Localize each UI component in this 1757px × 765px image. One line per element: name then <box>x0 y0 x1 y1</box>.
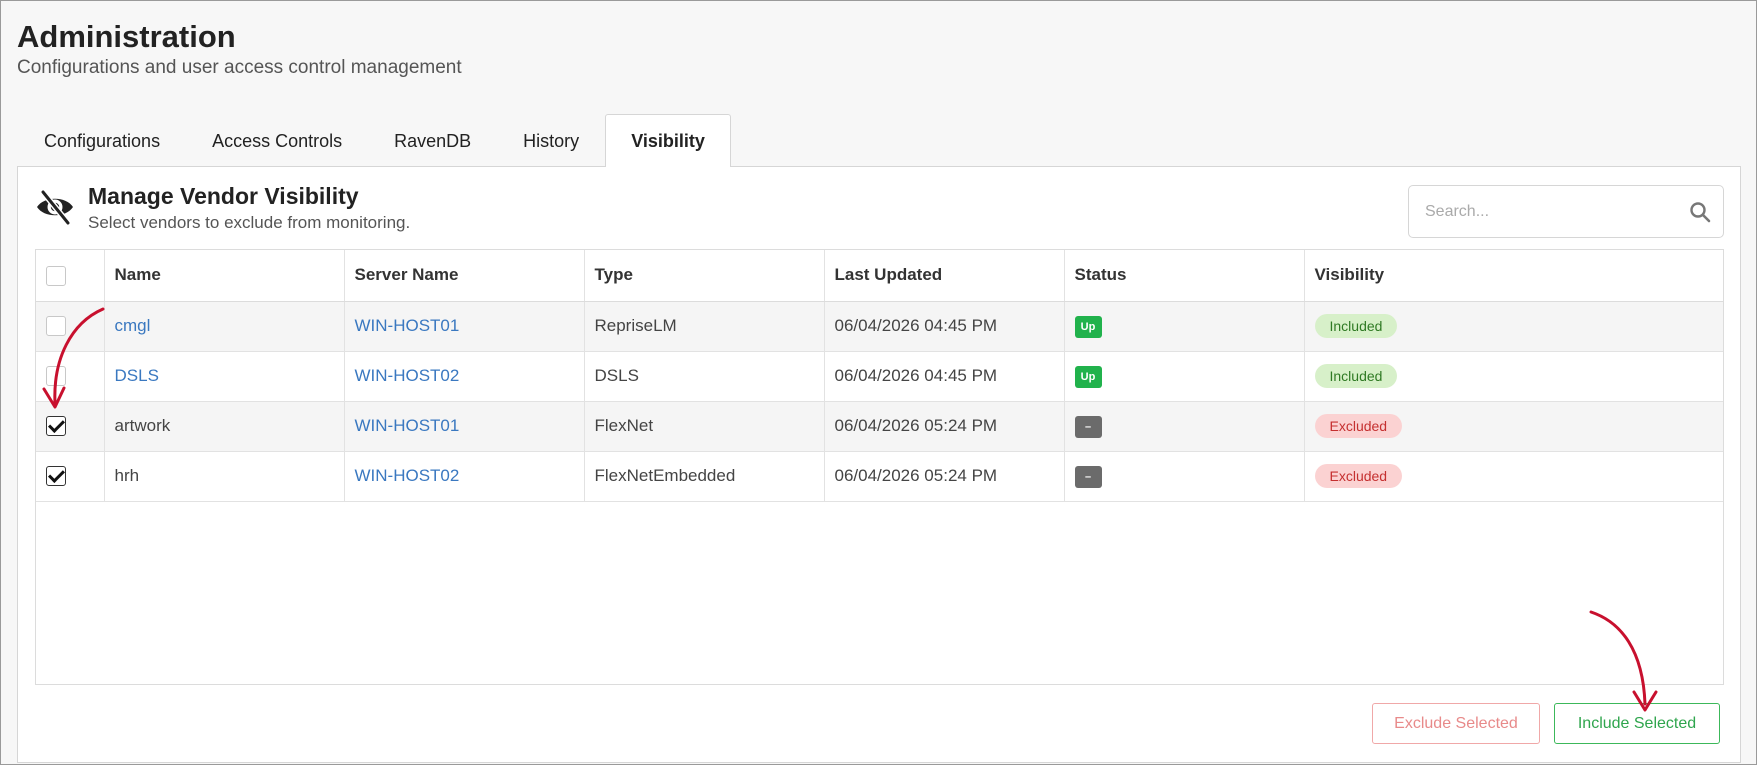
tab-configurations[interactable]: Configurations <box>18 114 186 167</box>
last-updated: 06/04/2026 05:24 PM <box>824 451 1065 501</box>
visibility-badge: Included <box>1314 364 1398 388</box>
table-header-row: Name Server Name Type Last Updated Statu… <box>36 250 1723 302</box>
search-icon[interactable] <box>1689 201 1711 223</box>
select-all-cell <box>36 250 105 302</box>
exclude-selected-button[interactable]: Exclude Selected <box>1372 703 1540 744</box>
column-header-status[interactable]: Status <box>1064 250 1305 302</box>
status-badge: – <box>1074 415 1102 438</box>
row-checkbox[interactable] <box>46 366 66 387</box>
table-row[interactable]: DSLS WIN-HOST02 DSLS 06/04/2026 04:45 PM… <box>36 351 1723 401</box>
vendor-type: DSLS <box>584 351 825 401</box>
last-updated: 06/04/2026 05:24 PM <box>824 401 1065 451</box>
vendor-table: Name Server Name Type Last Updated Statu… <box>35 249 1724 685</box>
tab-visibility[interactable]: Visibility <box>605 114 731 167</box>
row-checkbox[interactable] <box>46 466 66 487</box>
eye-slash-icon <box>37 189 73 226</box>
row-checkbox[interactable] <box>46 416 66 437</box>
app-window: Administration Configurations and user a… <box>0 0 1757 765</box>
vendor-type: FlexNet <box>584 401 825 451</box>
select-all-checkbox[interactable] <box>46 265 66 286</box>
table-row[interactable]: artwork WIN-HOST01 FlexNet 06/04/2026 05… <box>36 401 1723 451</box>
search-input[interactable] <box>1409 186 1679 237</box>
tab-access-controls[interactable]: Access Controls <box>186 114 368 167</box>
row-checkbox[interactable] <box>46 316 66 337</box>
last-updated: 06/04/2026 04:45 PM <box>824 351 1065 401</box>
server-name-link[interactable]: WIN-HOST02 <box>344 351 585 401</box>
vendor-name-link[interactable]: cmgl <box>104 301 345 351</box>
last-updated: 06/04/2026 04:45 PM <box>824 301 1065 351</box>
visibility-badge: Excluded <box>1314 414 1403 438</box>
server-name-link[interactable]: WIN-HOST01 <box>344 401 585 451</box>
server-name-link[interactable]: WIN-HOST02 <box>344 451 585 501</box>
vendor-name-link[interactable]: DSLS <box>104 351 345 401</box>
page-title: Administration <box>17 19 236 54</box>
tab-history[interactable]: History <box>497 114 605 167</box>
panel-subtitle: Select vendors to exclude from monitorin… <box>88 213 411 232</box>
column-header-visibility[interactable]: Visibility <box>1304 250 1723 302</box>
vendor-name: artwork <box>104 401 345 451</box>
status-badge: Up <box>1074 315 1102 338</box>
panel-title: Manage Vendor Visibility <box>88 183 359 209</box>
vendor-type: FlexNetEmbedded <box>584 451 825 501</box>
search-box <box>1408 185 1724 238</box>
column-header-name[interactable]: Name <box>104 250 345 302</box>
tab-bar: Configurations Access Controls RavenDB H… <box>18 114 731 167</box>
table-row[interactable]: hrh WIN-HOST02 FlexNetEmbedded 06/04/202… <box>36 451 1723 501</box>
table-row[interactable]: cmgl WIN-HOST01 RepriseLM 06/04/2026 04:… <box>36 301 1723 351</box>
visibility-panel: Manage Vendor Visibility Select vendors … <box>17 166 1741 763</box>
column-header-last-updated[interactable]: Last Updated <box>824 250 1065 302</box>
column-header-type[interactable]: Type <box>584 250 825 302</box>
column-header-server-name[interactable]: Server Name <box>344 250 585 302</box>
visibility-badge: Excluded <box>1314 464 1403 488</box>
vendor-type: RepriseLM <box>584 301 825 351</box>
page-subtitle: Configurations and user access control m… <box>17 57 462 78</box>
vendor-name: hrh <box>104 451 345 501</box>
visibility-badge: Included <box>1314 314 1398 338</box>
status-badge: – <box>1074 465 1102 488</box>
include-selected-button[interactable]: Include Selected <box>1554 703 1720 744</box>
status-badge: Up <box>1074 365 1102 388</box>
server-name-link[interactable]: WIN-HOST01 <box>344 301 585 351</box>
tab-ravendb[interactable]: RavenDB <box>368 114 497 167</box>
